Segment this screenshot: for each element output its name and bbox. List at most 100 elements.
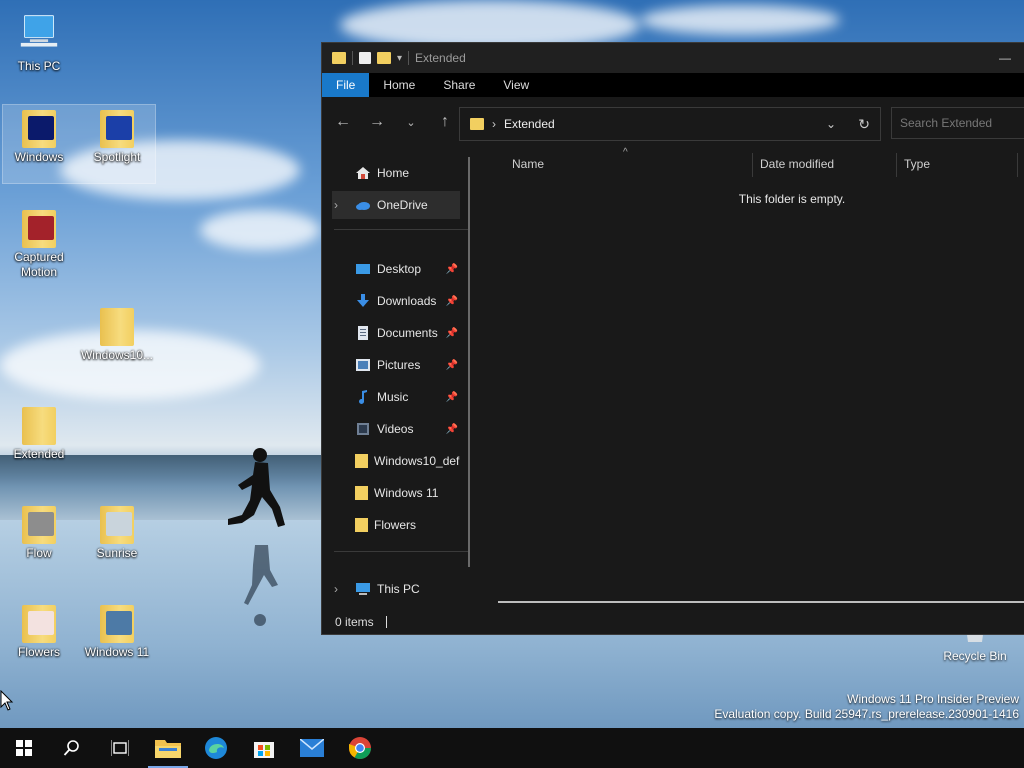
task-view-icon [111, 740, 129, 756]
taskbar-mail[interactable] [288, 728, 336, 768]
title-bar[interactable]: ▾ Extended — [322, 43, 1024, 73]
desktop-icon-windows[interactable]: Windows [1, 110, 77, 165]
window-title: Extended [415, 51, 466, 65]
nav-item-downloads[interactable]: Downloads 📌 [332, 287, 460, 315]
evaluation-watermark: Windows 11 Pro Insider Preview Evaluatio… [714, 692, 1019, 722]
nav-item-pictures[interactable]: Pictures 📌 [332, 351, 460, 379]
refresh-icon[interactable]: ↻ [858, 116, 870, 133]
navigation-scrollbar[interactable] [468, 157, 470, 567]
desktop-icon-label: Extended [13, 447, 65, 461]
nav-item-this-pc[interactable]: › This PC [332, 575, 460, 603]
column-header-date-modified[interactable]: Date modified [760, 157, 834, 171]
file-list[interactable]: ^ Name Date modified Type This folder is… [482, 147, 1024, 609]
home-icon [356, 167, 370, 179]
divider [352, 51, 353, 65]
column-header-name[interactable]: Name [512, 157, 544, 171]
video-icon [357, 423, 369, 435]
desktop-icon-windows10[interactable]: Windows10... [79, 308, 155, 363]
desktop-icon-label: Windows 11 [84, 645, 150, 659]
music-note-icon [359, 390, 367, 404]
address-bar[interactable]: › Extended ⌄ ↻ [459, 107, 881, 141]
nav-item-windows10-def[interactable]: Windows10_def [332, 447, 460, 475]
chrome-browser-icon [349, 737, 371, 759]
pin-icon: 📌 [445, 295, 458, 307]
nav-item-home[interactable]: Home [332, 159, 460, 187]
status-bar: 0 items [322, 610, 1024, 634]
search-icon [63, 740, 79, 756]
folder-icon [355, 454, 368, 468]
search-button[interactable] [48, 728, 96, 768]
address-current[interactable]: Extended [504, 117, 555, 131]
forward-button[interactable]: → [360, 113, 394, 131]
folder-icon [22, 506, 56, 544]
nav-item-label: Windows 11 [374, 486, 439, 500]
horizontal-scrollbar[interactable] [498, 601, 1024, 603]
picture-icon [356, 359, 370, 371]
desktop-icon-sunrise[interactable]: Sunrise [79, 506, 155, 561]
chevron-right-icon[interactable]: › [334, 582, 338, 596]
desktop-icon-flow[interactable]: Flow [1, 506, 77, 561]
up-button[interactable]: ↑ [428, 113, 462, 131]
nav-item-label: Music [377, 390, 409, 404]
chevron-right-icon[interactable]: › [334, 198, 338, 212]
tab-view[interactable]: View [489, 73, 543, 97]
tab-home[interactable]: Home [369, 73, 429, 97]
desktop-icon-label: Sunrise [96, 546, 138, 560]
search-input[interactable]: Search Extended [891, 107, 1024, 139]
cloud-icon [356, 202, 370, 210]
desktop-icon-this-pc[interactable]: This PC [1, 12, 77, 74]
folder-icon [332, 52, 346, 64]
folder-icon [100, 506, 134, 544]
watermark-line-2: Evaluation copy. Build 25947.rs_prerelea… [714, 707, 1019, 721]
sort-ascending-icon: ^ [623, 147, 628, 158]
desktop-icon-captured-motion[interactable]: Captured Motion [1, 210, 77, 280]
nav-item-desktop[interactable]: Desktop 📌 [332, 255, 460, 283]
desktop-icon-extended[interactable]: Extended [1, 407, 77, 462]
divider [752, 153, 753, 177]
desktop-icon-windows-11[interactable]: Windows 11 [79, 605, 155, 660]
start-button[interactable] [0, 728, 48, 768]
tab-share[interactable]: Share [429, 73, 489, 97]
desktop-icon-label: Recycle Bin [943, 649, 1007, 663]
column-header-type[interactable]: Type [904, 157, 930, 171]
nav-item-windows-11[interactable]: Windows 11 [332, 479, 460, 507]
properties-icon[interactable] [359, 52, 371, 64]
file-explorer-window[interactable]: ▾ Extended — File Home Share View ← → ⌄ … [321, 42, 1024, 635]
chevron-down-icon[interactable]: ▾ [397, 53, 402, 64]
address-dropdown-icon[interactable]: ⌄ [826, 117, 836, 131]
folder-icon [355, 518, 368, 532]
taskbar-store[interactable] [240, 728, 288, 768]
desktop-icon-label: Windows10... [80, 348, 154, 362]
nav-item-documents[interactable]: Documents 📌 [332, 319, 460, 347]
download-arrow-icon [357, 294, 369, 307]
folder-icon [470, 118, 484, 130]
nav-item-flowers[interactable]: Flowers [332, 511, 460, 539]
back-button[interactable]: ← [326, 113, 360, 131]
item-count: 0 items [335, 615, 374, 629]
minimize-button[interactable]: — [985, 51, 1024, 65]
desktop-icon-label: Windows [14, 150, 64, 164]
taskbar-file-explorer[interactable] [144, 728, 192, 768]
desktop-icon-label: Spotlight [93, 150, 141, 164]
task-view-button[interactable] [96, 728, 144, 768]
folder-icon [100, 110, 134, 148]
new-folder-icon[interactable] [377, 52, 391, 64]
taskbar-edge[interactable] [192, 728, 240, 768]
folder-icon [355, 486, 368, 500]
desktop-icon-spotlight[interactable]: Spotlight [79, 110, 155, 165]
divider [385, 616, 387, 628]
taskbar-chrome[interactable] [336, 728, 384, 768]
file-explorer-icon [155, 740, 181, 758]
ribbon-tabs: File Home Share View [322, 73, 1024, 97]
folder-icon [100, 605, 134, 643]
watermark-line-1: Windows 11 Pro Insider Preview [847, 692, 1019, 706]
recent-locations-button[interactable]: ⌄ [394, 116, 428, 129]
nav-item-music[interactable]: Music 📌 [332, 383, 460, 411]
edge-browser-icon [205, 737, 227, 759]
nav-item-label: Documents [377, 326, 438, 340]
tab-file[interactable]: File [322, 73, 370, 97]
mouse-cursor-icon [0, 690, 14, 711]
desktop-icon-flowers[interactable]: Flowers [1, 605, 77, 660]
nav-item-videos[interactable]: Videos 📌 [332, 415, 460, 443]
nav-item-onedrive[interactable]: › OneDrive [332, 191, 460, 219]
